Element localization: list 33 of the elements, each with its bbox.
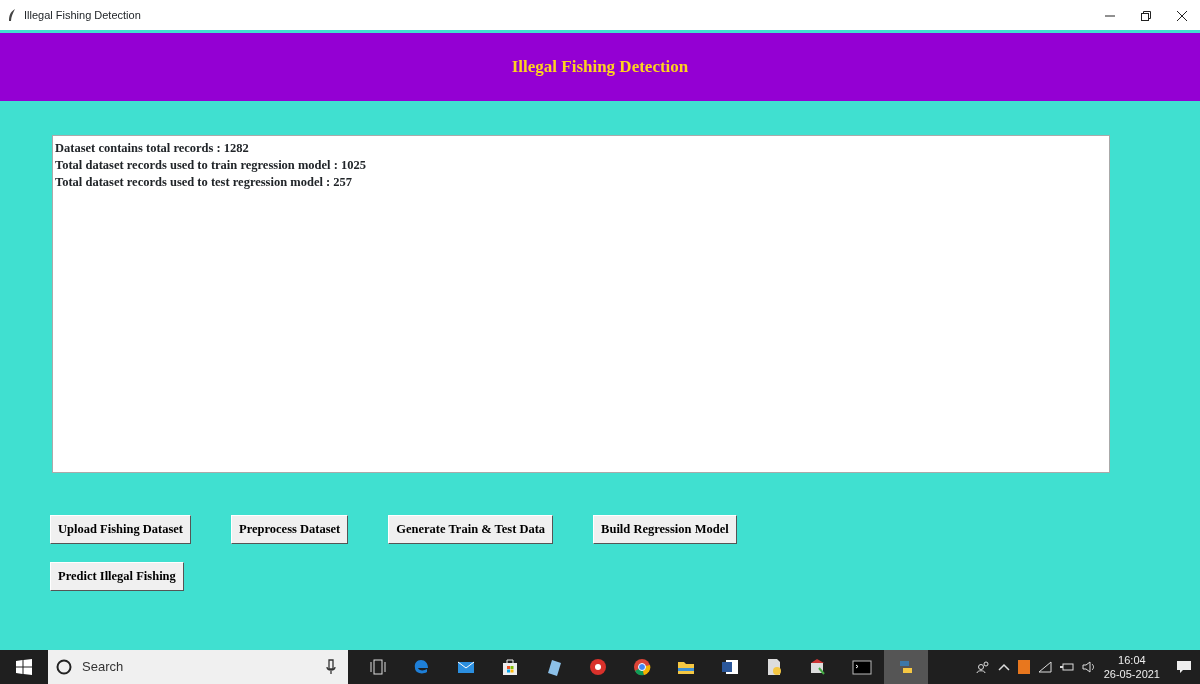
people-icon[interactable] (975, 660, 990, 674)
feather-icon (8, 9, 16, 21)
circle-icon (56, 659, 72, 675)
disc-icon (588, 657, 608, 677)
clock-time[interactable]: 16:04 (1118, 653, 1146, 667)
terminal-icon (852, 657, 872, 677)
chevron-up-icon[interactable] (997, 662, 1010, 672)
output-line: Total dataset records used to train regression model : 1025 (55, 157, 367, 174)
output-line: Total dataset records used to test regression model : 257 (55, 174, 354, 191)
action-button[interactable]: Build Regression Model (593, 515, 737, 544)
search-input[interactable]: Search (80, 656, 280, 678)
volume-icon[interactable] (1081, 661, 1096, 673)
task-view-icon (368, 657, 388, 677)
microphone-icon[interactable] (326, 659, 336, 675)
search-field[interactable]: Search (48, 650, 348, 684)
action-button[interactable]: Generate Train & Test Data (388, 515, 554, 544)
windows-logo-icon[interactable] (16, 659, 32, 675)
app-tray-icon[interactable] (1017, 660, 1030, 674)
notification-icon[interactable] (1176, 659, 1192, 675)
restore-icon[interactable] (1141, 10, 1151, 21)
window-title: Illegal Fishing Detection (24, 7, 141, 23)
shopping-bag-icon (500, 657, 520, 677)
document-icon (720, 657, 740, 677)
app-heading: Illegal Fishing Detection (511, 56, 689, 79)
clock-date[interactable]: 26-05-2021 (1103, 667, 1160, 681)
output-line: Dataset contains total records : 1282 (55, 140, 250, 157)
battery-icon[interactable] (1059, 662, 1074, 672)
action-button[interactable]: Upload Fishing Dataset (50, 515, 192, 544)
action-button[interactable]: Predict Illegal Fishing (50, 561, 184, 591)
close-icon[interactable] (1177, 10, 1187, 21)
output-text-area[interactable]: Dataset contains total records : 1282 Total dataset records used to train regression model : 1025 Total dataset records used to test regression model : 257 (52, 135, 1110, 473)
chrome-icon (632, 657, 652, 677)
action-button[interactable]: Preprocess Dataset (231, 515, 349, 544)
